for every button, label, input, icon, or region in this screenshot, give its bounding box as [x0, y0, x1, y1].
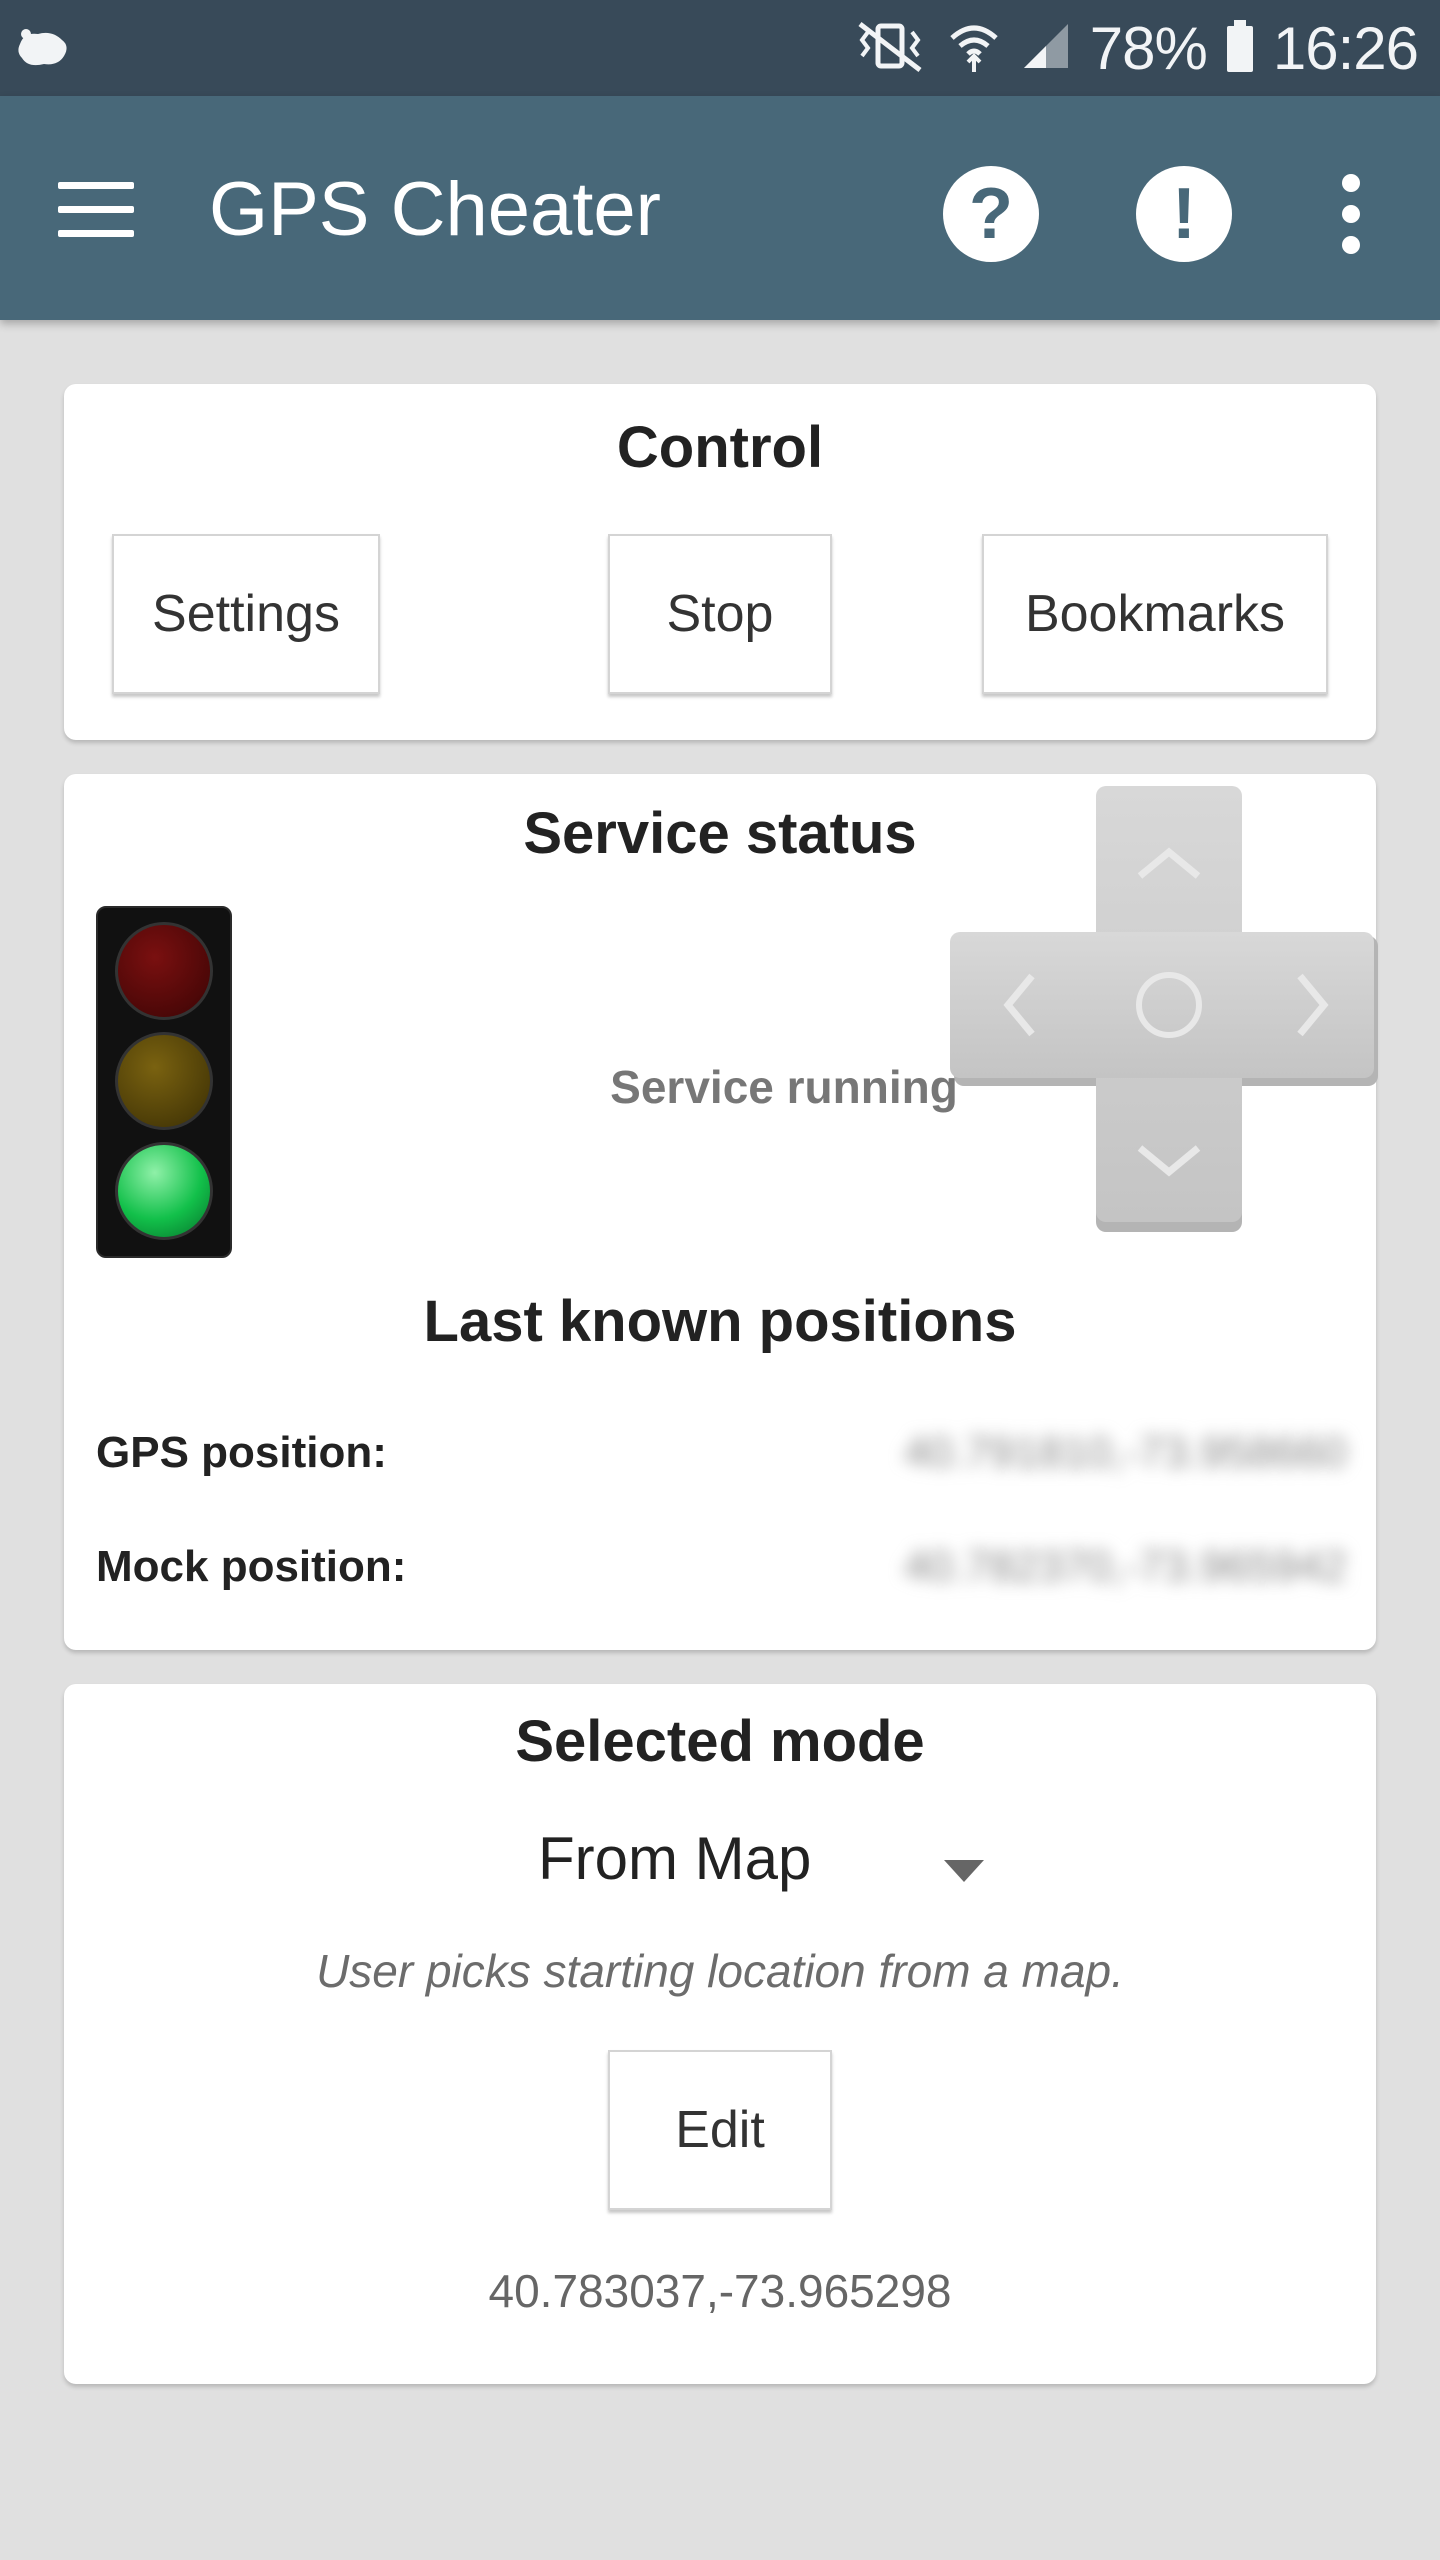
selected-mode-title: Selected mode [515, 1709, 925, 1774]
stop-button[interactable]: Stop [608, 534, 832, 694]
wifi-icon [946, 18, 1002, 79]
settings-button[interactable]: Settings [112, 534, 380, 694]
signal-icon [1020, 20, 1072, 77]
traffic-light-icon [96, 906, 232, 1258]
overflow-menu-icon[interactable] [1331, 174, 1371, 254]
positions-title: Last known positions [423, 1289, 1017, 1354]
mock-position-value: 40.782370,-73.965942 [904, 1542, 1347, 1591]
battery-icon [1225, 19, 1255, 77]
battery-percent: 78% [1089, 14, 1208, 82]
app-bar: GPS Cheater ? ! [0, 96, 1440, 320]
service-card: Service status Service running Last know… [64, 774, 1378, 1650]
mode-card: Selected mode From Map User picks starti… [64, 1684, 1376, 2384]
hamburger-menu-icon[interactable] [58, 182, 134, 238]
alert-icon[interactable]: ! [1136, 166, 1232, 262]
bookmarks-button[interactable]: Bookmarks [982, 534, 1328, 694]
control-title: Control [616, 415, 824, 480]
gps-position-label: GPS position: [96, 1428, 387, 1477]
mock-position-label: Mock position: [96, 1542, 407, 1591]
vibrate-icon [852, 18, 928, 79]
help-icon[interactable]: ? [943, 166, 1039, 262]
app-notification-icon [14, 24, 70, 77]
clock: 16:26 [1272, 14, 1419, 82]
mode-dropdown[interactable]: From Map [364, 1824, 1024, 1924]
app-title: GPS Cheater [209, 167, 661, 252]
mode-dropdown-value: From Map [538, 1825, 812, 1892]
mode-description: User picks starting location from a map. [316, 1945, 1124, 1997]
control-card: Control Settings Stop Bookmarks [64, 384, 1376, 740]
mode-coordinates: 40.783037,-73.965298 [488, 2265, 952, 2317]
gps-position-value: 40.791810,-73.958660 [904, 1428, 1347, 1477]
edit-button[interactable]: Edit [608, 2050, 832, 2210]
chevron-down-icon [944, 1860, 984, 1882]
dpad-icon[interactable] [950, 786, 1382, 1236]
status-bar: 78% 16:26 [0, 0, 1440, 96]
